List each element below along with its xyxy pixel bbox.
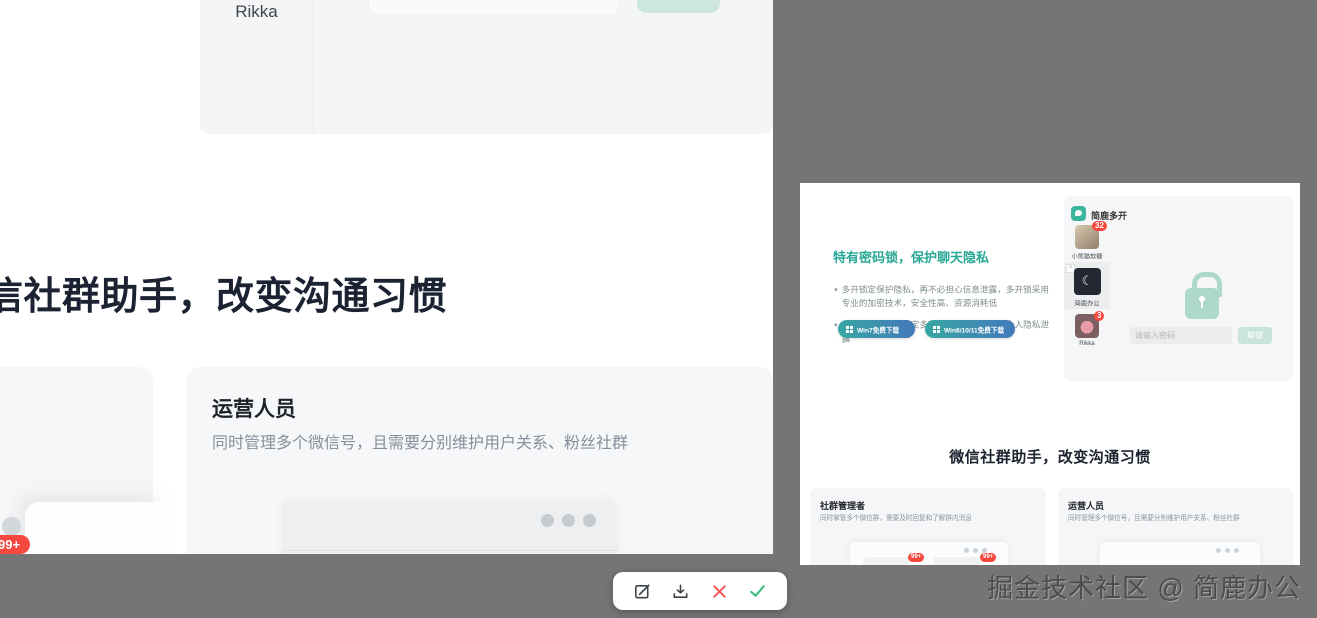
unread-badge: 3	[1094, 311, 1104, 321]
avatar	[2, 517, 21, 536]
window-dots-icon	[541, 514, 596, 527]
card-subtitle: 同时掌管多个微信群，需要及时回复和了解群内消息	[820, 512, 1031, 522]
watermark-text: 掘金技术社区 @ 简鹿办公	[987, 568, 1301, 605]
account-label: Rikka	[1065, 340, 1108, 347]
windows-logo-icon	[933, 326, 940, 333]
cancel-icon	[710, 582, 729, 601]
card-subtitle: 同时管理多个微信号，且需要分别维护用户关系、粉丝社群	[212, 429, 628, 453]
card-community-manager: 社群管理者 同时掌管多个微信群，需要及时回复和了解群内消息 99+ 99+	[810, 488, 1046, 565]
card-operator: 运营人员 同时管理多个微信号，且需要分别维护用户关系、粉丝社群	[186, 367, 773, 554]
download-icon	[671, 582, 690, 601]
mini-input	[934, 557, 980, 565]
window-dots-icon	[1216, 548, 1239, 553]
account-label-rikka: Rikka	[200, 2, 313, 22]
unread-badge: 99+	[980, 553, 996, 562]
unread-badge: 99+	[0, 535, 30, 554]
unlock-button-fragment	[637, 0, 720, 13]
download-button[interactable]	[668, 578, 694, 604]
app-screenshot-preview: 简鹿多开 32 小熊猫软糖 × ☾ 简鹿办公 3 Rikka 解锁	[1064, 196, 1293, 381]
confirm-button[interactable]	[745, 578, 771, 604]
download-buttons-row: Win7免费下载 Win8/10/11免费下载	[838, 320, 1015, 338]
card-operator: 运营人员 同时管理多个微信号，且需要分别维护用户关系、粉丝社群	[1058, 488, 1293, 565]
card-title: 社群管理者	[820, 499, 865, 512]
window-titlebar-divider	[282, 550, 618, 551]
edit-button[interactable]	[629, 578, 655, 604]
capture-region: Rikka 信社群助手，改变沟通习惯 99+ 运营人员 同时管理多个微信号，且需…	[0, 0, 773, 554]
sidebar-divider	[313, 0, 314, 134]
cancel-button[interactable]	[706, 578, 732, 604]
win7-download-button: Win7免费下载	[838, 320, 915, 338]
lock-icon-body	[1185, 288, 1219, 319]
card-subtitle: 同时管理多个微信号，且需要分别维护用户关系、粉丝社群	[1068, 512, 1279, 522]
feature-heading: 特有密码锁，保护聊天隐私	[833, 247, 989, 266]
unread-badge: 32	[1092, 221, 1107, 231]
feature-bullet: 多开锁定保护隐私，再不必担心信息泄露，多开锁采用专业的加密技术，安全性高、资源消…	[833, 283, 1049, 310]
feature-bullet-list: 多开锁定保护隐私，再不必担心信息泄露，多开锁采用专业的加密技术，安全性高、资源消…	[833, 283, 1049, 354]
section-heading: 微信社群助手，改变沟通习惯	[800, 446, 1300, 467]
download-button-label: Win7免费下载	[857, 324, 899, 334]
mini-window: 99+ 99+	[850, 542, 1008, 565]
page-heading-clipped: 信社群助手，改变沟通习惯	[0, 265, 447, 320]
card-community-manager-clipped: 99+	[0, 367, 153, 554]
page-preview-panel: 简鹿多开 32 小熊猫软糖 × ☾ 简鹿办公 3 Rikka 解锁 特有密码锁，…	[800, 183, 1300, 565]
download-button-label: Win8/10/11免费下载	[944, 324, 1004, 334]
app-logo-icon	[1071, 206, 1086, 221]
card-title: 运营人员	[212, 393, 296, 423]
mini-window	[282, 501, 618, 554]
account-label: 小熊猫软糖	[1065, 251, 1108, 260]
unread-badge: 99+	[908, 553, 924, 562]
unlock-button: 解锁	[1238, 327, 1272, 344]
account-label: 简鹿办公	[1065, 298, 1108, 307]
win8-10-11-download-button: Win8/10/11免费下载	[925, 320, 1015, 338]
mini-window	[1100, 542, 1260, 565]
confirm-icon	[748, 582, 767, 601]
edit-icon	[633, 582, 652, 601]
password-input-fragment	[368, 0, 620, 15]
account-avatar: ☾	[1074, 268, 1101, 295]
screenshot-toolbar	[613, 572, 787, 610]
card-title: 运营人员	[1068, 499, 1104, 512]
mini-input	[863, 557, 909, 565]
password-input	[1130, 327, 1232, 344]
windows-logo-icon	[846, 326, 853, 333]
mini-window	[25, 502, 165, 554]
